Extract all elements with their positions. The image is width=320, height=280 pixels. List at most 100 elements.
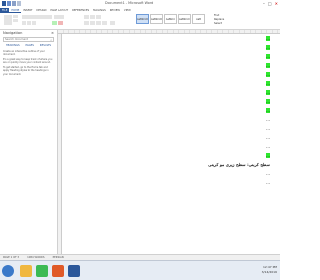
document-line[interactable]: ... xyxy=(98,43,270,52)
undo-icon[interactable] xyxy=(12,1,16,6)
align-left-icon[interactable] xyxy=(84,21,89,25)
ruler-ticks xyxy=(58,30,280,33)
style-title[interactable]: AaB xyxy=(192,14,205,24)
highlighted-text: ... xyxy=(266,153,270,158)
window-controls: – □ ✕ xyxy=(263,1,278,6)
navigation-help-text: Create an interactive outline of your do… xyxy=(3,50,45,57)
body-text: ... xyxy=(266,180,270,185)
bold-icon[interactable] xyxy=(22,21,26,25)
word-count[interactable]: 1084 WORDS xyxy=(27,256,44,259)
highlighted-text: ... xyxy=(266,45,270,50)
taskbar-app-word[interactable] xyxy=(68,265,80,277)
maximize-button[interactable]: □ xyxy=(268,1,272,6)
document-line[interactable]: ... xyxy=(98,124,270,133)
highlighted-text: ... xyxy=(266,99,270,104)
body-text: ... xyxy=(266,171,270,176)
document-line[interactable]: ... xyxy=(98,133,270,142)
navigation-pane: Navigation × ⌕ HEADINGS PAGES RESULTS Cr… xyxy=(0,30,58,254)
document-area: ........................................… xyxy=(62,34,280,254)
body-text: سطح کربنی: سطح زیری مو کربنی xyxy=(208,162,270,167)
language-indicator[interactable]: PERSIAN xyxy=(53,256,64,259)
taskbar-app-chrome[interactable] xyxy=(36,265,48,277)
highlighted-text: ... xyxy=(266,36,270,41)
rtl-direction-icon[interactable] xyxy=(110,21,115,25)
styles-gallery: AaBbCcDc AaBbCcDc AaBbCc AaBbCcC AaB xyxy=(136,14,205,24)
taskbar-app-explorer[interactable] xyxy=(20,265,32,277)
close-button[interactable]: ✕ xyxy=(275,1,278,6)
document-line[interactable]: ... xyxy=(98,79,270,88)
font-group xyxy=(22,14,80,28)
save-icon[interactable] xyxy=(7,1,11,6)
align-right-icon[interactable] xyxy=(96,21,101,25)
minimize-button[interactable]: – xyxy=(263,1,265,6)
document-line[interactable]: ... xyxy=(98,106,270,115)
search-icon[interactable]: ⌕ xyxy=(50,38,52,42)
font-size-select[interactable] xyxy=(54,15,64,19)
italic-icon[interactable] xyxy=(27,21,31,25)
copy-button[interactable] xyxy=(13,19,18,22)
underline-icon[interactable] xyxy=(32,21,36,25)
style-no-spacing[interactable]: AaBbCcDc xyxy=(150,14,163,24)
highlight-color-icon[interactable] xyxy=(52,21,57,25)
body-text: ... xyxy=(266,144,270,149)
highlighted-text: ... xyxy=(266,108,270,113)
paste-button[interactable] xyxy=(4,15,12,25)
highlighted-text: ... xyxy=(266,81,270,86)
document-line[interactable]: ... xyxy=(98,178,270,187)
ribbon: AaBbCcDc AaBbCcDc AaBbCc AaBbCcC AaB Fin… xyxy=(0,13,280,30)
editing-group: Find Replace Select xyxy=(214,14,224,26)
document-line[interactable]: ... xyxy=(98,151,270,160)
search-document-input[interactable] xyxy=(5,38,45,41)
numbering-icon[interactable] xyxy=(90,15,95,19)
document-line[interactable]: ... xyxy=(98,70,270,79)
body-text: ... xyxy=(266,126,270,131)
navigation-help-text: It's a great way to keep track of where … xyxy=(3,58,53,65)
nav-tab-headings[interactable]: HEADINGS xyxy=(6,44,20,47)
multilevel-list-icon[interactable] xyxy=(96,15,101,19)
navigation-header: Navigation × xyxy=(0,30,57,36)
document-line[interactable]: ... xyxy=(98,97,270,106)
cut-button[interactable] xyxy=(13,15,18,18)
close-navigation-icon[interactable]: × xyxy=(51,31,54,35)
clipboard-group xyxy=(2,14,20,28)
navigation-title: Navigation xyxy=(3,31,23,35)
style-heading-1[interactable]: AaBbCc xyxy=(164,14,177,24)
align-center-icon[interactable] xyxy=(90,21,95,25)
document-line[interactable]: ... xyxy=(98,169,270,178)
clock-date: 3/14/2016 xyxy=(261,270,277,274)
window-title: Document1 - Microsoft Word xyxy=(105,1,154,5)
word-logo-icon xyxy=(2,1,6,6)
font-color-icon[interactable] xyxy=(58,21,63,25)
document-line[interactable]: ... xyxy=(98,52,270,61)
highlighted-text: ... xyxy=(266,63,270,68)
system-tray-clock[interactable]: 12:47 PM 3/14/2016 xyxy=(262,265,277,275)
style-heading-2[interactable]: AaBbCcC xyxy=(178,14,191,24)
style-normal[interactable]: AaBbCcDc xyxy=(136,14,149,24)
select-button[interactable]: Select xyxy=(214,22,224,26)
redo-icon[interactable] xyxy=(17,1,21,6)
body-text: ... xyxy=(266,135,270,140)
page-count[interactable]: PAGE 1 OF 3 xyxy=(3,256,19,259)
navigation-help: Create an interactive outline of your do… xyxy=(0,48,57,80)
bullets-icon[interactable] xyxy=(84,15,89,19)
start-button[interactable] xyxy=(2,265,14,277)
quick-access-toolbar xyxy=(2,1,21,6)
document-heading[interactable]: سطح کربنی: سطح زیری مو کربنی xyxy=(98,160,270,169)
paragraph-group xyxy=(84,14,132,28)
title-bar: Document1 - Microsoft Word – □ ✕ xyxy=(0,0,280,8)
highlighted-text: ... xyxy=(266,90,270,95)
document-line[interactable]: ... xyxy=(98,115,270,124)
document-line[interactable]: ... xyxy=(98,142,270,151)
navigation-search: ⌕ xyxy=(3,37,54,42)
document-line[interactable]: ... xyxy=(98,88,270,97)
document-page[interactable]: ........................................… xyxy=(98,34,270,187)
taskbar-app-media[interactable] xyxy=(52,265,64,277)
justify-icon[interactable] xyxy=(102,21,107,25)
highlighted-text: ... xyxy=(266,72,270,77)
font-name-select[interactable] xyxy=(22,15,52,19)
document-line[interactable]: ... xyxy=(98,61,270,70)
nav-tab-results[interactable]: RESULTS xyxy=(40,44,51,47)
taskbar: 12:47 PM 3/14/2016 xyxy=(0,260,280,280)
document-line[interactable]: ... xyxy=(98,34,270,43)
nav-tab-pages[interactable]: PAGES xyxy=(26,44,34,47)
